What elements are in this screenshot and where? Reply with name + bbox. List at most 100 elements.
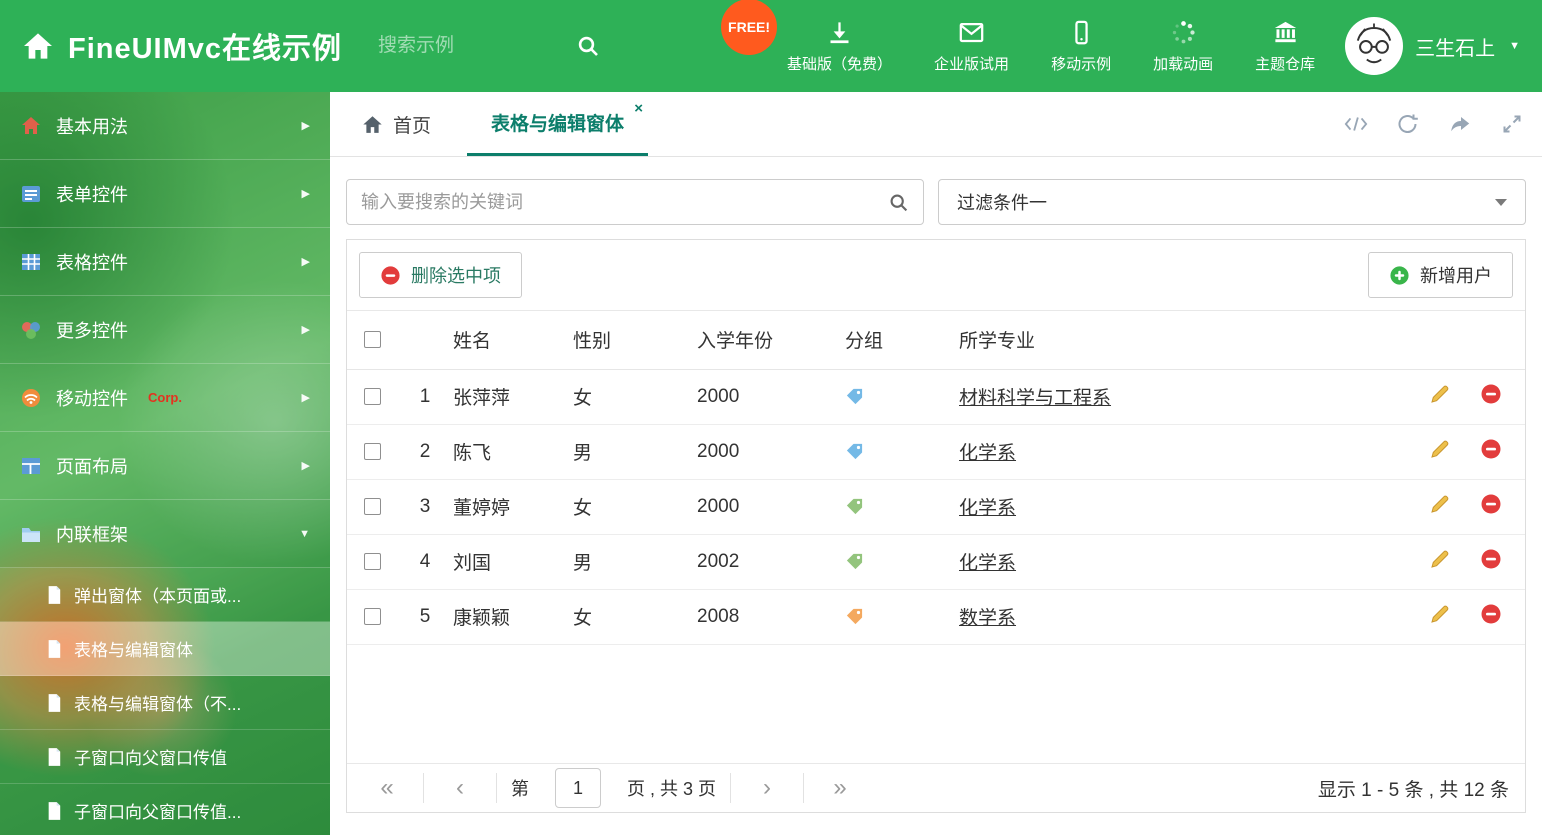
row-checkbox[interactable] — [363, 497, 381, 515]
tab-label: 表格与编辑窗体 — [491, 114, 625, 135]
sidebar-subitem-popup-window[interactable]: 弹出窗体（本页面或... — [0, 568, 330, 622]
cell-year: 2000 — [697, 479, 845, 535]
sidebar-item-label: 基本用法 — [56, 116, 128, 137]
table-row: 3 董婷婷 女 2000 化学系 — [347, 479, 1525, 535]
page-label-suffix: 页 , 共 3 页 — [627, 779, 717, 799]
nav-item-label: 加载动画 — [1153, 55, 1214, 73]
delete-icon[interactable] — [1480, 603, 1502, 625]
file-icon — [48, 639, 61, 658]
cell-year: 2002 — [697, 534, 845, 590]
keyword-search-input[interactable] — [361, 191, 888, 213]
next-page-icon[interactable]: › — [731, 776, 803, 800]
prev-page-icon[interactable]: ‹ — [424, 776, 496, 800]
nav-item-mobile-demo[interactable]: 移动示例 — [1051, 19, 1111, 74]
nav-item-label: 移动示例 — [1051, 55, 1112, 73]
close-icon[interactable]: × — [634, 101, 643, 116]
sidebar-item-label: 移动控件 — [56, 388, 128, 409]
row-checkbox[interactable] — [363, 552, 381, 570]
delete-icon[interactable] — [1480, 438, 1502, 460]
row-index: 1 — [397, 369, 453, 425]
share-icon[interactable] — [1448, 113, 1472, 135]
delete-icon[interactable] — [1480, 548, 1502, 570]
tab-actions — [1344, 92, 1524, 156]
file-icon — [48, 801, 61, 820]
table-row: 1 张萍萍 女 2000 材料科学与工程系 — [347, 369, 1525, 425]
add-user-label: 新增用户 — [1420, 266, 1492, 286]
sidebar-subitem-grid-edit-window-2[interactable]: 表格与编辑窗体（不... — [0, 676, 330, 730]
chevron-right-icon: ▶ — [301, 188, 310, 200]
column-group: 分组 — [845, 311, 959, 370]
main-content: 首页 表格与编辑窗体 × 过滤条件一 — [330, 92, 1542, 835]
edit-icon[interactable] — [1429, 603, 1451, 625]
page-number-input[interactable] — [555, 768, 601, 808]
major-link[interactable]: 材料科学与工程系 — [959, 388, 1111, 409]
sidebar-subitem-label: 子窗口向父窗口传值 — [74, 749, 227, 768]
sidebar-item-more-controls[interactable]: 更多控件 ▶ — [0, 296, 330, 364]
header-search-input[interactable] — [378, 35, 529, 57]
expand-icon[interactable] — [1500, 113, 1524, 135]
sidebar-item-grid-controls[interactable]: 表格控件 ▶ — [0, 228, 330, 296]
column-index — [397, 311, 453, 370]
delete-icon[interactable] — [1480, 493, 1502, 515]
edit-icon[interactable] — [1429, 383, 1451, 405]
nav-item-loading-animations[interactable]: 加载动画 — [1153, 19, 1213, 74]
search-icon[interactable] — [576, 34, 600, 58]
sidebar-subitem-child-to-parent[interactable]: 子窗口向父窗口传值 — [0, 730, 330, 784]
edit-icon[interactable] — [1429, 493, 1451, 515]
app-brand[interactable]: FineUIMvc在线示例 — [22, 25, 342, 67]
cell-gender: 男 — [573, 424, 697, 480]
table-row: 4 刘国 男 2002 化学系 — [347, 534, 1525, 590]
cell-year: 2000 — [697, 424, 845, 480]
refresh-icon[interactable] — [1396, 113, 1420, 135]
nav-item-theme-store[interactable]: 主题仓库 — [1255, 19, 1315, 74]
file-icon — [48, 693, 61, 712]
grid-toolbar: 删除选中项 新增用户 — [347, 240, 1525, 311]
sidebar-subitem-label: 表格与编辑窗体 — [74, 641, 193, 660]
app-home-icon — [22, 30, 54, 62]
filter-dropdown[interactable]: 过滤条件一 — [938, 179, 1526, 225]
edit-icon[interactable] — [1429, 438, 1451, 460]
row-checkbox[interactable] — [363, 387, 381, 405]
major-link[interactable]: 化学系 — [959, 498, 1016, 519]
last-page-icon[interactable]: » — [804, 776, 876, 800]
filter-selected-value: 过滤条件一 — [957, 193, 1047, 213]
envelope-icon — [958, 19, 985, 46]
delete-selected-button[interactable]: 删除选中项 — [359, 252, 522, 298]
user-menu[interactable]: 三生石上 ▼ — [1345, 17, 1520, 75]
major-link[interactable]: 化学系 — [959, 553, 1016, 574]
row-checkbox[interactable] — [363, 442, 381, 460]
chevron-right-icon: ▶ — [301, 460, 310, 472]
source-code-icon[interactable] — [1344, 113, 1368, 135]
cell-name: 陈飞 — [453, 424, 573, 480]
select-all-checkbox[interactable] — [363, 331, 381, 349]
shapes-icon — [22, 321, 40, 339]
row-checkbox[interactable] — [363, 607, 381, 625]
add-user-button[interactable]: 新增用户 — [1368, 252, 1513, 298]
delete-icon[interactable] — [1480, 383, 1502, 405]
search-icon[interactable] — [888, 192, 909, 213]
nav-item-label: 企业版试用 — [934, 55, 1010, 73]
edit-icon[interactable] — [1429, 548, 1451, 570]
cell-name: 张萍萍 — [453, 369, 573, 425]
major-link[interactable]: 化学系 — [959, 443, 1016, 464]
app-window: FineUIMvc在线示例 FREE! 基础版（免费） — [0, 0, 1542, 835]
sidebar-item-basic-usage[interactable]: 基本用法 ▶ — [0, 92, 330, 160]
folder-icon — [22, 527, 40, 542]
sidebar-item-form-controls[interactable]: 表单控件 ▶ — [0, 160, 330, 228]
tab-home[interactable]: 首页 — [346, 92, 447, 156]
chevron-right-icon: ▶ — [301, 392, 310, 404]
sidebar-item-mobile-controls[interactable]: 移动控件 Corp. ▶ — [0, 364, 330, 432]
form-icon — [22, 185, 40, 202]
sidebar-item-page-layout[interactable]: 页面布局 ▶ — [0, 432, 330, 500]
column-name: 姓名 — [453, 311, 573, 370]
first-page-icon[interactable]: « — [351, 776, 423, 800]
major-link[interactable]: 数学系 — [959, 608, 1016, 629]
sidebar-subitem-grid-edit-window[interactable]: 表格与编辑窗体 — [0, 622, 330, 676]
nav-item-basic-free[interactable]: FREE! 基础版（免费） — [721, 0, 892, 74]
tag-icon — [845, 497, 959, 516]
sidebar-subitem-label: 子窗口向父窗口传值... — [74, 803, 242, 822]
sidebar-item-iframe[interactable]: 内联框架 ▼ — [0, 500, 330, 568]
tab-grid-edit-window[interactable]: 表格与编辑窗体 × — [467, 92, 649, 156]
nav-item-enterprise-trial[interactable]: 企业版试用 — [934, 19, 1009, 74]
sidebar-subitem-child-to-parent-2[interactable]: 子窗口向父窗口传值... — [0, 784, 330, 835]
